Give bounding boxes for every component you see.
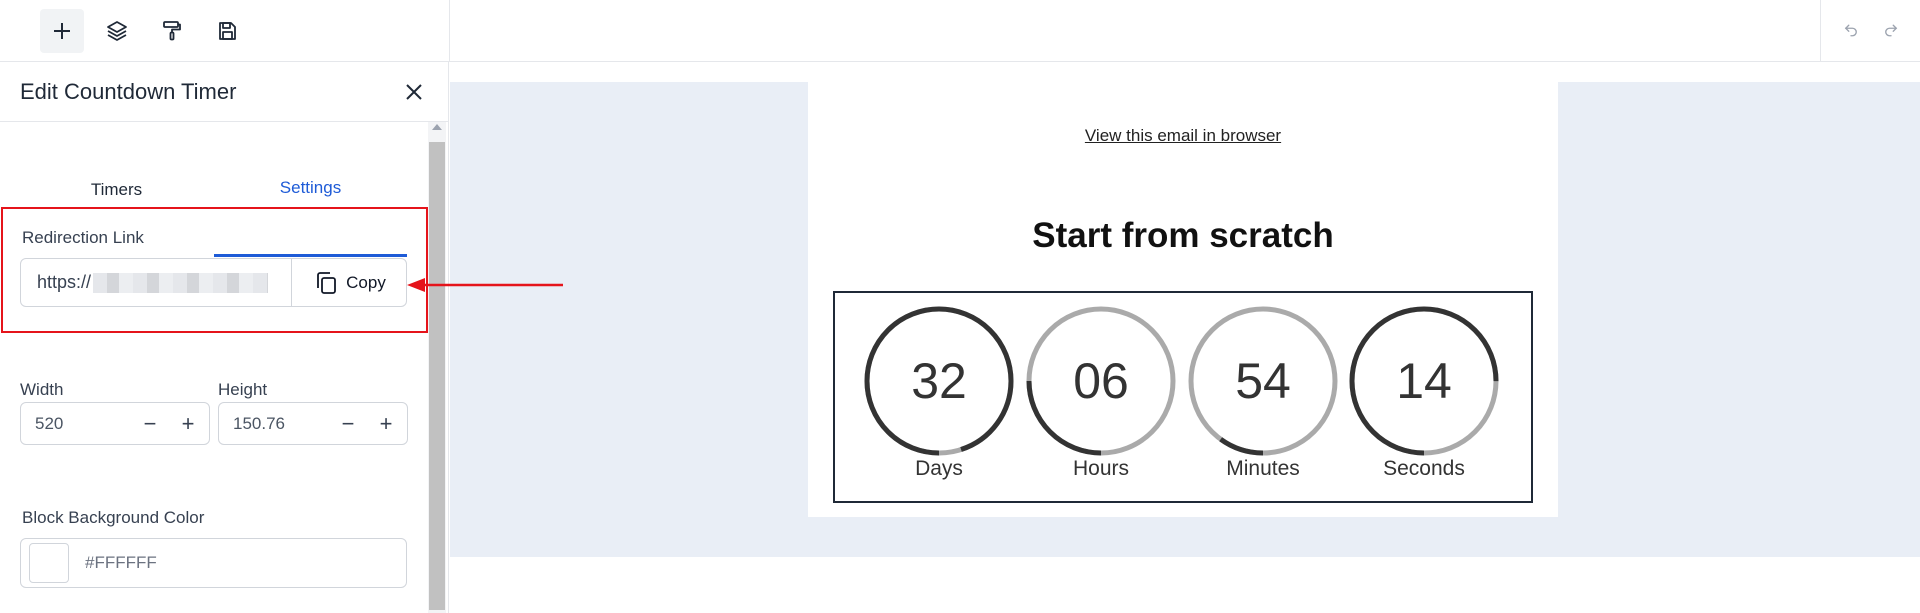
top-toolbar xyxy=(0,0,1920,62)
width-increment-icon[interactable]: + xyxy=(169,403,207,444)
height-label: Height xyxy=(218,380,268,399)
copy-icon xyxy=(317,271,337,294)
close-icon[interactable] xyxy=(400,78,428,106)
countdown-timer-block[interactable]: 32 Days 06 Hours 54 Minutes 14 Seconds xyxy=(833,291,1533,503)
edit-panel: Edit Countdown Timer Timers Settings xyxy=(0,62,449,613)
layers-icon[interactable] xyxy=(95,9,139,53)
height-value[interactable]: 150.76 xyxy=(219,414,329,434)
width-label: Width xyxy=(20,380,64,399)
annotation-arrow xyxy=(407,278,563,292)
redirection-url-wrapper: https:// xyxy=(21,272,291,293)
color-swatch[interactable] xyxy=(29,543,69,583)
background-color-field[interactable]: #FFFFFF xyxy=(20,538,407,588)
save-icon[interactable] xyxy=(205,9,249,53)
timer-unit-label: Days xyxy=(915,457,963,480)
background-color-label: Block Background Color xyxy=(22,508,205,527)
copy-button[interactable]: Copy xyxy=(291,259,406,306)
email-heading[interactable]: Start from scratch xyxy=(808,216,1558,256)
redirection-url: https:// xyxy=(37,272,92,292)
redirection-link-label: Redirection Link xyxy=(22,228,144,247)
timer-value: 14 xyxy=(1396,353,1452,409)
toolbar-divider xyxy=(449,0,450,62)
timer-value: 54 xyxy=(1235,353,1291,409)
height-increment-icon[interactable]: + xyxy=(367,403,405,444)
redirection-link-field[interactable]: https:// Copy xyxy=(20,258,407,307)
redacted-url xyxy=(93,272,269,293)
timer-value: 06 xyxy=(1073,353,1129,409)
background-color-value[interactable]: #FFFFFF xyxy=(85,553,157,573)
panel-header: Edit Countdown Timer xyxy=(0,62,448,122)
timer-unit-label: Seconds xyxy=(1383,457,1465,480)
undo-icon[interactable] xyxy=(1842,20,1860,43)
copy-label: Copy xyxy=(346,272,386,292)
height-decrement-icon[interactable]: − xyxy=(329,403,367,444)
email-preview: View this email in browser Start from sc… xyxy=(808,82,1558,517)
width-stepper[interactable]: 520 − + xyxy=(20,402,210,445)
width-decrement-icon[interactable]: − xyxy=(131,403,169,444)
timer-unit-label: Hours xyxy=(1073,457,1129,480)
width-value[interactable]: 520 xyxy=(21,414,131,434)
timer-unit-label: Minutes xyxy=(1226,457,1300,480)
height-stepper[interactable]: 150.76 − + xyxy=(218,402,408,445)
panel-scrollbar[interactable] xyxy=(428,122,446,613)
scroll-up-arrow-icon[interactable] xyxy=(432,124,442,130)
panel-title: Edit Countdown Timer xyxy=(20,78,237,104)
countdown-timer: 32 Days 06 Hours 54 Minutes 14 Seconds xyxy=(864,306,1499,480)
timer-value: 32 xyxy=(911,353,967,409)
add-icon[interactable] xyxy=(40,9,84,53)
history-controls xyxy=(1820,0,1920,62)
scroll-thumb[interactable] xyxy=(429,142,445,610)
view-in-browser-link[interactable]: View this email in browser xyxy=(808,126,1558,146)
paint-roller-icon[interactable] xyxy=(150,9,194,53)
redo-icon[interactable] xyxy=(1882,20,1900,43)
